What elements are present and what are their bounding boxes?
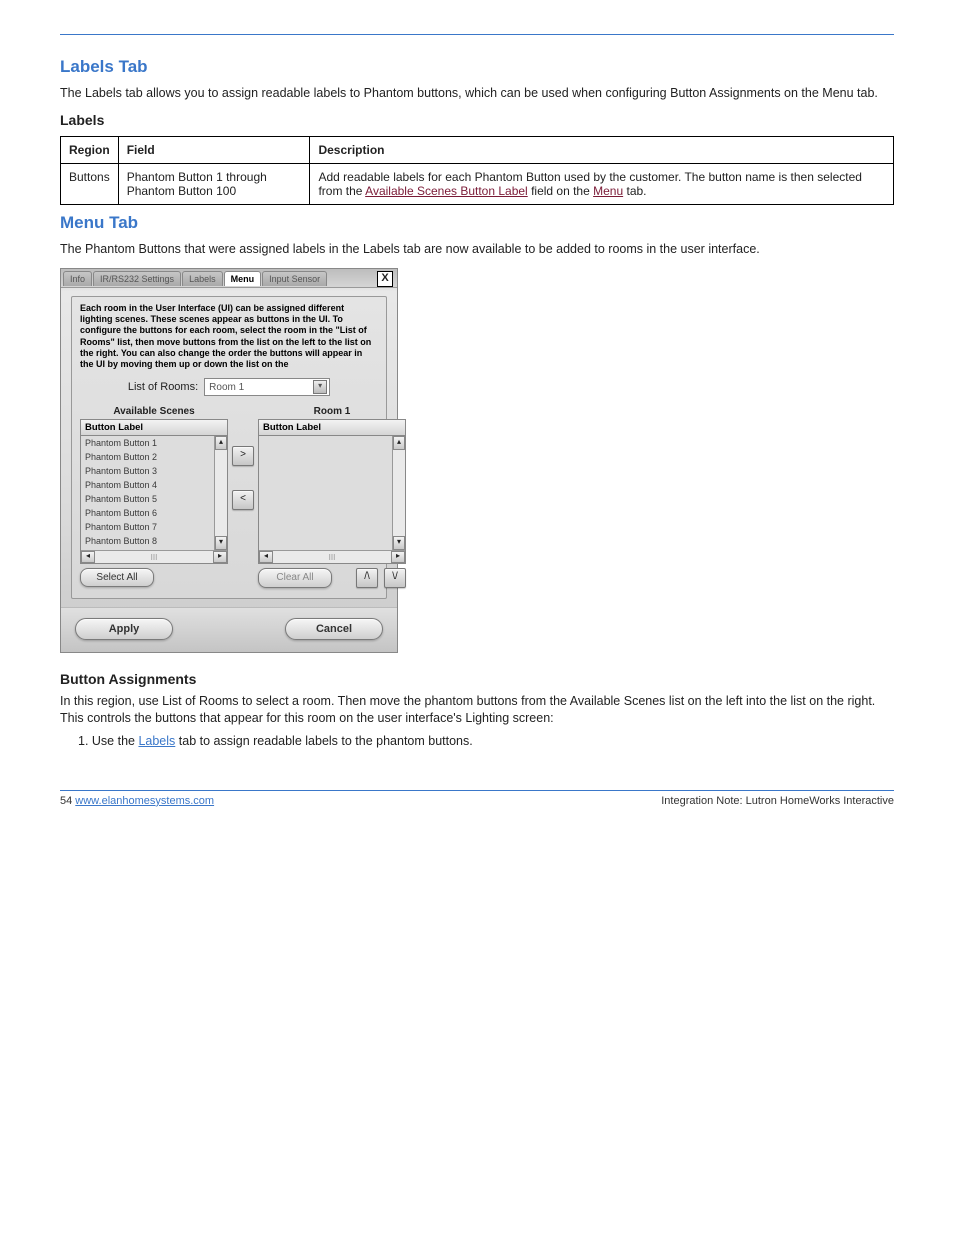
vertical-scrollbar[interactable]: ▴ ▾ bbox=[392, 436, 405, 550]
footer-link[interactable]: www.elanhomesystems.com bbox=[75, 795, 214, 807]
dialog-tabs: Info IR/RS232 Settings Labels Menu Input… bbox=[61, 269, 397, 288]
scroll-down-icon[interactable]: ▾ bbox=[393, 536, 405, 550]
tab-menu[interactable]: Menu bbox=[224, 271, 262, 286]
rooms-combobox[interactable]: Room 1 ▾ bbox=[204, 378, 330, 396]
step1-lead: 1. Use the bbox=[78, 734, 138, 748]
dialog-intro-text: Each room in the User Interface (UI) can… bbox=[80, 303, 378, 371]
tab-info[interactable]: Info bbox=[63, 271, 92, 286]
step1-link-labels[interactable]: Labels bbox=[138, 734, 175, 748]
room-scenes-column: Room 1 Button Label ▴ ▾ ◂ III ▸ bbox=[258, 406, 406, 588]
scroll-down-icon[interactable]: ▾ bbox=[215, 536, 227, 550]
th-description: Description bbox=[310, 136, 894, 163]
step1-trail: tab to assign readable labels to the pha… bbox=[179, 734, 473, 748]
button-assignments-step1: 1. Use the Labels tab to assign readable… bbox=[60, 733, 894, 750]
list-item[interactable]: Phantom Button 3 bbox=[81, 464, 227, 478]
room-heading: Room 1 bbox=[258, 406, 406, 417]
hscroll-track[interactable]: III bbox=[273, 553, 391, 562]
cell-region: Buttons bbox=[61, 163, 119, 204]
cell-description: Add readable labels for each Phantom But… bbox=[310, 163, 894, 204]
row-list-of-rooms: List of Rooms: Room 1 ▾ bbox=[80, 378, 378, 396]
vertical-scrollbar[interactable]: ▴ ▾ bbox=[214, 436, 227, 550]
desc-trail: tab. bbox=[626, 184, 646, 198]
desc-link-menu[interactable]: Menu bbox=[593, 184, 623, 198]
table-row: Buttons Phantom Button 1 through Phantom… bbox=[61, 163, 894, 204]
page-number: 54 bbox=[60, 795, 75, 807]
available-scenes-column: Available Scenes Button Label Phantom Bu… bbox=[80, 406, 228, 587]
apply-button[interactable]: Apply bbox=[75, 618, 173, 640]
page-footer: 54 www.elanhomesystems.com Integration N… bbox=[60, 795, 894, 807]
section-title-labels: Labels Tab bbox=[60, 57, 894, 77]
scroll-left-icon[interactable]: ◂ bbox=[259, 551, 273, 563]
list-item[interactable]: Phantom Button 2 bbox=[81, 450, 227, 464]
move-up-button[interactable]: /\ bbox=[356, 568, 378, 588]
top-rule bbox=[60, 34, 894, 35]
rooms-selected-value: Room 1 bbox=[209, 382, 244, 393]
button-assignments-heading: Button Assignments bbox=[60, 671, 894, 687]
button-assignments-paragraph: In this region, use List of Rooms to sel… bbox=[60, 693, 894, 727]
available-scenes-col-header: Button Label bbox=[81, 420, 227, 436]
move-down-button[interactable]: \/ bbox=[384, 568, 406, 588]
room-col-header: Button Label bbox=[259, 420, 405, 436]
move-buttons: > < bbox=[232, 446, 254, 510]
dialog: Info IR/RS232 Settings Labels Menu Input… bbox=[60, 268, 398, 654]
section-title-menu: Menu Tab bbox=[60, 213, 894, 233]
scroll-right-icon[interactable]: ▸ bbox=[213, 551, 227, 563]
desc-mid1: field on the bbox=[531, 184, 593, 198]
available-scenes-list[interactable]: Button Label Phantom Button 1 Phantom Bu… bbox=[80, 419, 228, 564]
close-icon[interactable]: X bbox=[377, 271, 393, 287]
horizontal-scrollbar[interactable]: ◂ III ▸ bbox=[81, 550, 227, 563]
tab-labels[interactable]: Labels bbox=[182, 271, 223, 286]
labels-paragraph: The Labels tab allows you to assign read… bbox=[60, 85, 894, 102]
move-right-button[interactable]: > bbox=[232, 446, 254, 466]
footer-doc-title: Integration Note: Lutron HomeWorks Inter… bbox=[661, 795, 894, 807]
select-all-button[interactable]: Select All bbox=[80, 568, 154, 587]
room-scenes-list[interactable]: Button Label ▴ ▾ ◂ III ▸ bbox=[258, 419, 406, 564]
hscroll-track[interactable]: III bbox=[95, 553, 213, 562]
th-region: Region bbox=[61, 136, 119, 163]
list-of-rooms-label: List of Rooms: bbox=[128, 381, 198, 393]
dialog-panel: Each room in the User Interface (UI) can… bbox=[71, 296, 387, 600]
labels-subheading: Labels bbox=[60, 112, 894, 128]
th-field: Field bbox=[118, 136, 310, 163]
list-item[interactable]: Phantom Button 1 bbox=[81, 436, 227, 450]
list-item[interactable]: Phantom Button 6 bbox=[81, 506, 227, 520]
menu-paragraph: The Phantom Buttons that were assigned l… bbox=[60, 241, 894, 258]
list-item[interactable]: Phantom Button 4 bbox=[81, 478, 227, 492]
tab-ir-rs232[interactable]: IR/RS232 Settings bbox=[93, 271, 181, 286]
scroll-left-icon[interactable]: ◂ bbox=[81, 551, 95, 563]
tab-input-sensor[interactable]: Input Sensor bbox=[262, 271, 327, 286]
horizontal-scrollbar[interactable]: ◂ III ▸ bbox=[259, 550, 405, 563]
scroll-up-icon[interactable]: ▴ bbox=[393, 436, 405, 450]
desc-link-available-scenes[interactable]: Available Scenes Button Label bbox=[365, 184, 528, 198]
list-item[interactable]: Phantom Button 7 bbox=[81, 520, 227, 534]
move-left-button[interactable]: < bbox=[232, 490, 254, 510]
scroll-right-icon[interactable]: ▸ bbox=[391, 551, 405, 563]
list-item[interactable]: Phantom Button 5 bbox=[81, 492, 227, 506]
cancel-button[interactable]: Cancel bbox=[285, 618, 383, 640]
labels-table: Region Field Description Buttons Phantom… bbox=[60, 136, 894, 205]
dialog-footer: Apply Cancel bbox=[61, 607, 397, 652]
chevron-down-icon[interactable]: ▾ bbox=[313, 380, 327, 394]
available-scenes-heading: Available Scenes bbox=[80, 406, 228, 417]
clear-all-button[interactable]: Clear All bbox=[258, 568, 332, 588]
cell-field: Phantom Button 1 through Phantom Button … bbox=[118, 163, 310, 204]
scroll-up-icon[interactable]: ▴ bbox=[215, 436, 227, 450]
list-item[interactable]: Phantom Button 8 bbox=[81, 534, 227, 544]
bottom-rule bbox=[60, 790, 894, 791]
